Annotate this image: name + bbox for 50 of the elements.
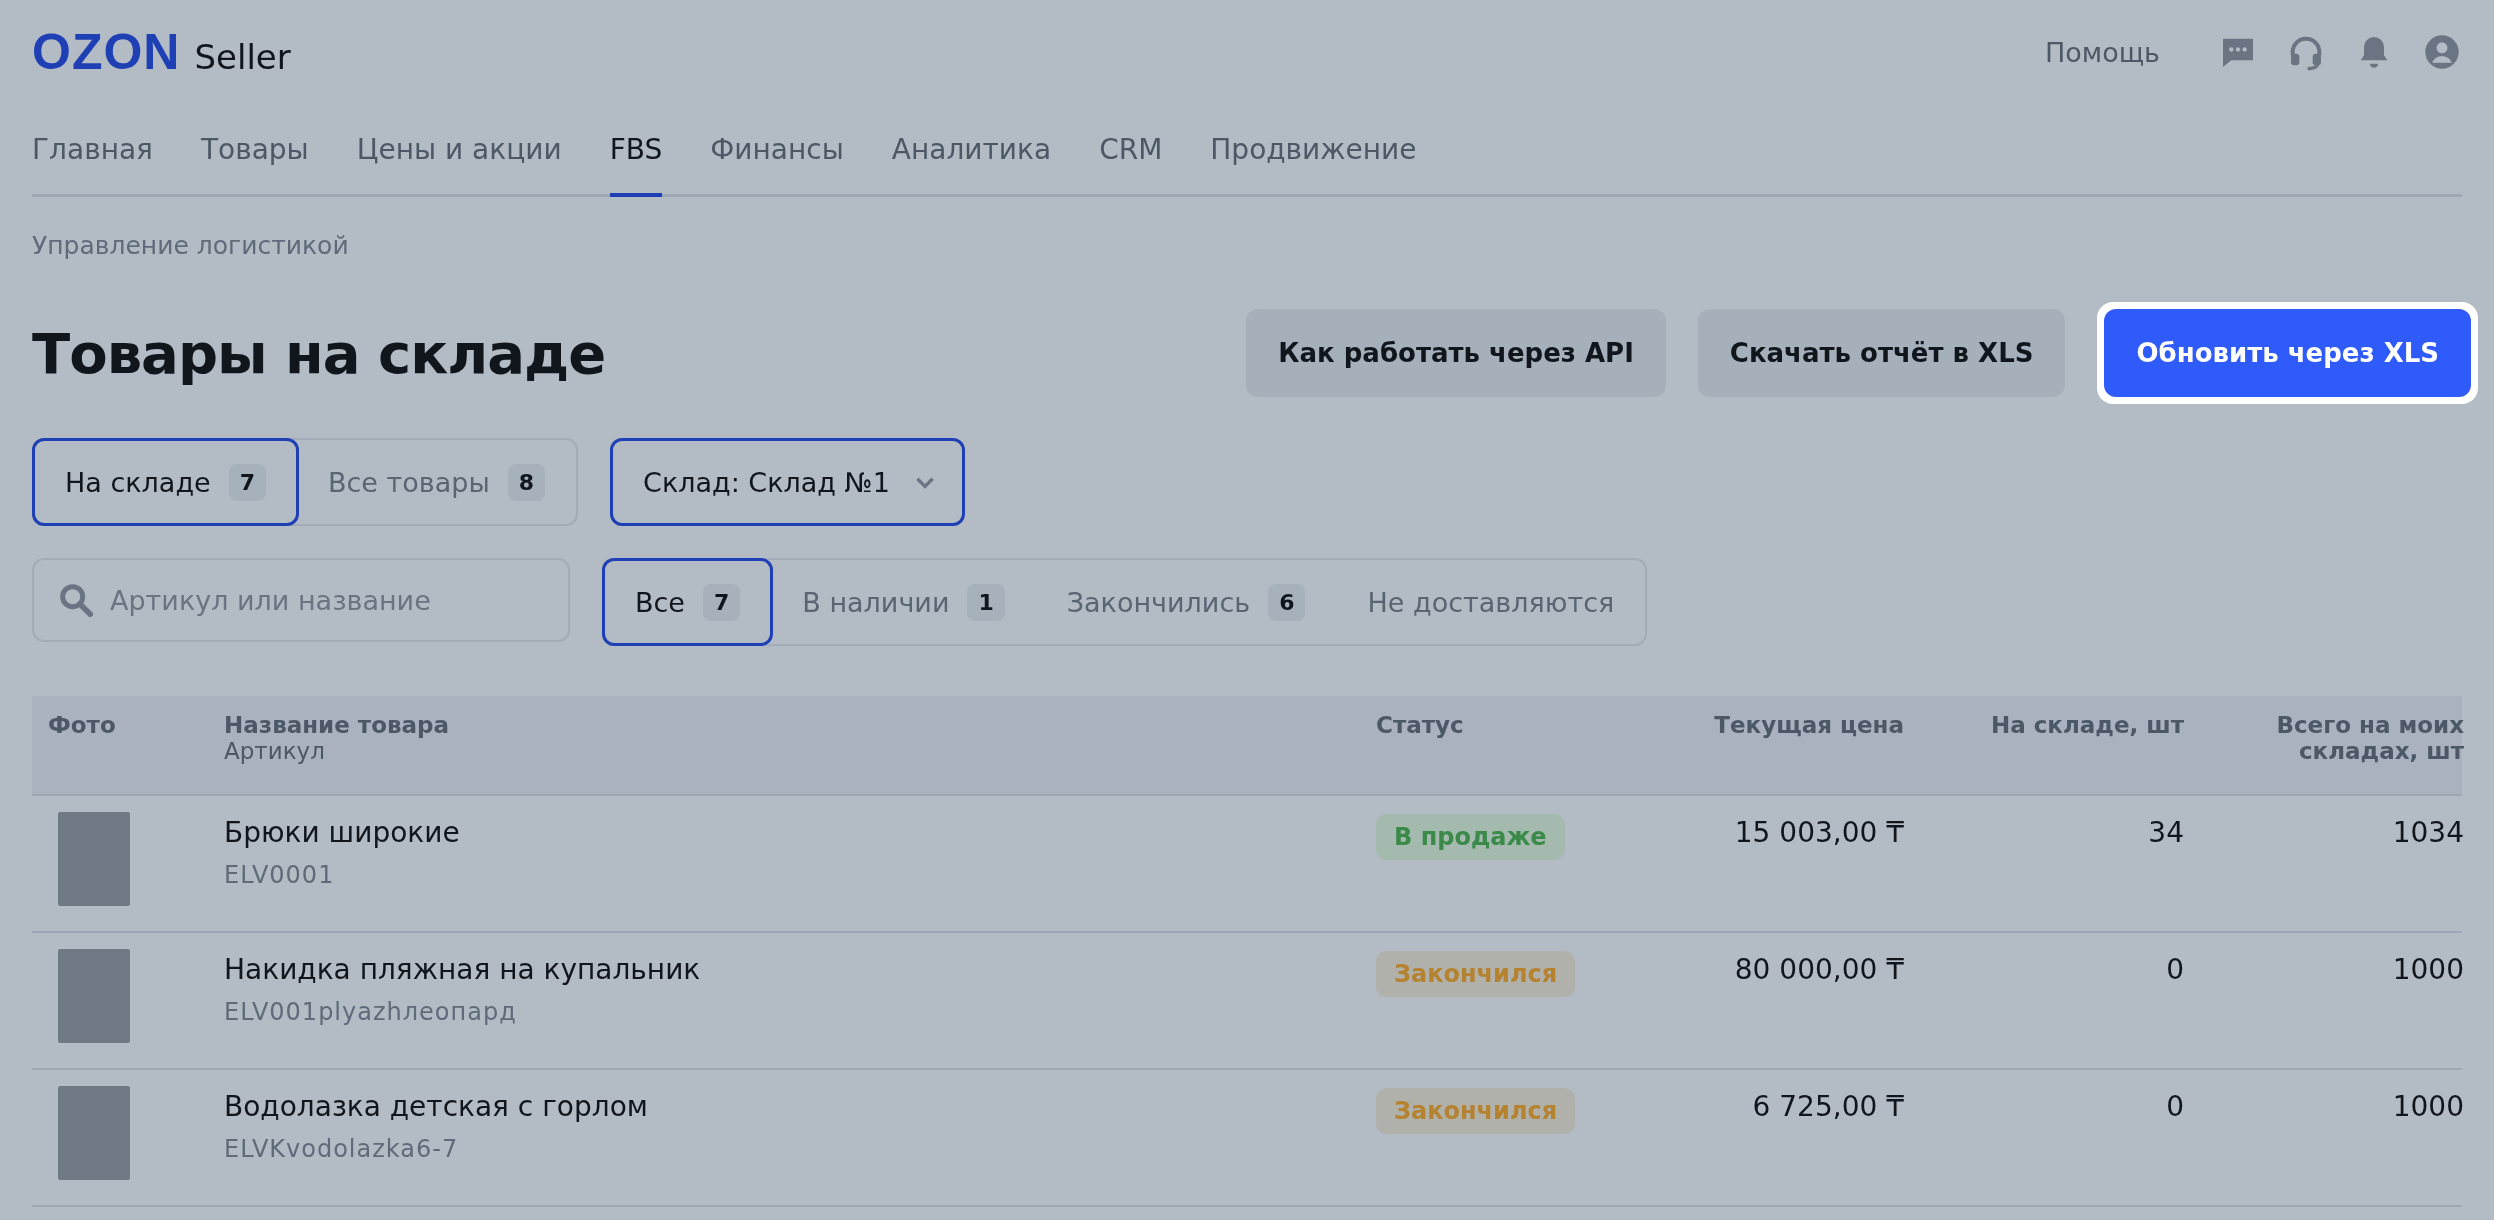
table-cell: 1000 bbox=[2392, 1090, 2464, 1123]
column-header[interactable]: Название товара bbox=[224, 712, 449, 738]
nav-tab[interactable]: CRM bbox=[1099, 104, 1163, 197]
table-cell: 34 bbox=[2148, 816, 2184, 849]
column-header[interactable]: Фото bbox=[48, 712, 116, 738]
filter-tab[interactable]: Все 7 bbox=[602, 558, 774, 646]
column-header[interactable]: Статус bbox=[1376, 712, 1464, 738]
product-sku: ELV0001 bbox=[224, 861, 335, 889]
nav-tab[interactable]: Главная bbox=[32, 104, 153, 197]
update-button[interactable]: Обновить через XLS bbox=[2104, 309, 2471, 397]
action-button[interactable]: Как работать через API bbox=[1246, 309, 1666, 397]
table-cell: 15 003,00 ₸ bbox=[1734, 816, 1904, 849]
table-cell: 1000 bbox=[2392, 953, 2464, 986]
product-sku: ELVKvodolazka6-7 bbox=[224, 1135, 459, 1163]
nav-tab[interactable]: Товары bbox=[200, 104, 309, 197]
count-badge: 8 bbox=[507, 463, 546, 501]
action-button[interactable]: Скачать отчёт в XLS bbox=[1697, 309, 2066, 397]
status-label: В продаже bbox=[1376, 814, 1565, 860]
search-field[interactable]: Артикул или название bbox=[32, 558, 570, 642]
status-label: Закончился bbox=[1376, 1088, 1576, 1134]
product-sku: ELV001plyazhлеопард bbox=[224, 998, 517, 1026]
table-cell: 1034 bbox=[2392, 816, 2464, 849]
table-cell: 80 000,00 ₸ bbox=[1734, 953, 1904, 986]
table-cell: 0 bbox=[2166, 953, 2184, 986]
nav-tab[interactable]: Цены и акции bbox=[356, 104, 562, 197]
product-name[interactable]: Брюки широкие bbox=[224, 816, 460, 849]
nav-tab[interactable]: Аналитика bbox=[891, 104, 1052, 197]
help-link[interactable]: Помощь bbox=[2044, 36, 2160, 68]
nav-tab[interactable]: Финансы bbox=[710, 104, 844, 197]
product-name[interactable]: Водолазка детская с горлом bbox=[224, 1090, 648, 1123]
user-icon[interactable] bbox=[2422, 32, 2462, 72]
warehouse-dropdown[interactable]: Склад: Склад №1 bbox=[610, 438, 965, 526]
column-header[interactable]: Всего на моих складах, шт bbox=[2216, 712, 2464, 764]
status-label: Закончился bbox=[1376, 951, 1576, 997]
breadcrumb[interactable]: Управление логистикой bbox=[32, 231, 349, 260]
count-badge: 7 bbox=[703, 583, 741, 621]
count-badge: 6 bbox=[1268, 583, 1306, 621]
page-title: Товары на складе bbox=[32, 320, 606, 386]
product-name[interactable]: Накидка пляжная на купальник bbox=[224, 953, 701, 986]
logo[interactable]: OZON Seller bbox=[32, 23, 291, 81]
count-badge: 7 bbox=[228, 463, 266, 501]
filter-tab[interactable]: На складе 7 bbox=[32, 438, 299, 526]
column-subheader: Артикул bbox=[224, 738, 325, 764]
table-cell: 6 725,00 ₸ bbox=[1752, 1090, 1904, 1123]
column-header[interactable]: Текущая цена bbox=[1714, 712, 1904, 738]
table-cell: 0 bbox=[2166, 1090, 2184, 1123]
nav-tab[interactable]: FBS bbox=[609, 104, 663, 197]
nav-tab[interactable]: Продвижение bbox=[1210, 104, 1417, 197]
column-header[interactable]: На складе, шт bbox=[1990, 712, 2184, 738]
count-badge: 1 bbox=[967, 583, 1005, 621]
